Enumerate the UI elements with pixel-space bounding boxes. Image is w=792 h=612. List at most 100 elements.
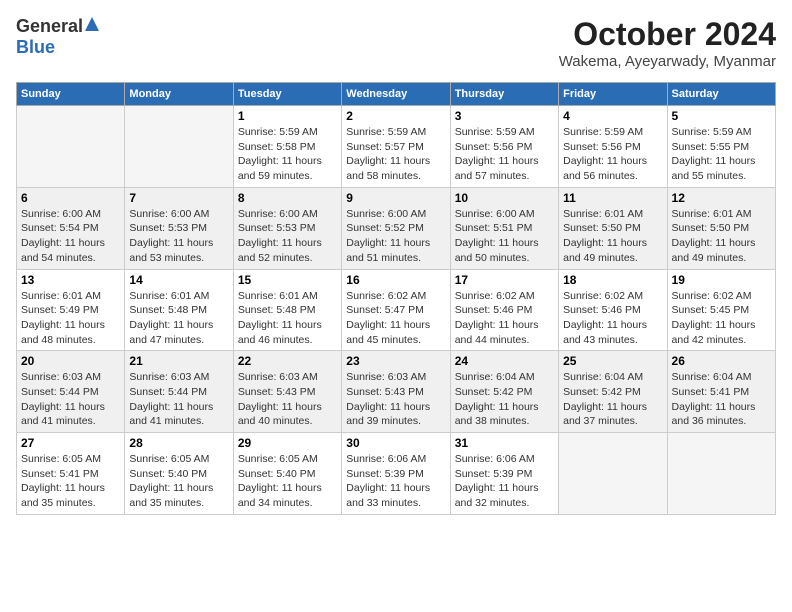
- sunrise: Sunrise: 6:06 AM: [346, 453, 426, 465]
- daylight: Daylight: 11 hours and 47 minutes.: [129, 319, 213, 346]
- day-info: Sunrise: 6:03 AM Sunset: 5:43 PM Dayligh…: [238, 370, 337, 429]
- sunrise: Sunrise: 6:01 AM: [238, 290, 318, 302]
- calendar-day-cell: 24 Sunrise: 6:04 AM Sunset: 5:42 PM Dayl…: [450, 351, 558, 433]
- day-number: 24: [455, 354, 554, 368]
- day-info: Sunrise: 6:02 AM Sunset: 5:47 PM Dayligh…: [346, 289, 445, 348]
- day-info: Sunrise: 5:59 AM Sunset: 5:57 PM Dayligh…: [346, 125, 445, 184]
- calendar-day-cell: 19 Sunrise: 6:02 AM Sunset: 5:45 PM Dayl…: [667, 269, 775, 351]
- sunrise: Sunrise: 6:01 AM: [21, 290, 101, 302]
- sunset: Sunset: 5:50 PM: [672, 222, 750, 234]
- day-info: Sunrise: 6:03 AM Sunset: 5:44 PM Dayligh…: [129, 370, 228, 429]
- daylight: Daylight: 11 hours and 32 minutes.: [455, 482, 539, 509]
- day-number: 30: [346, 436, 445, 450]
- daylight: Daylight: 11 hours and 56 minutes.: [563, 155, 647, 182]
- daylight: Daylight: 11 hours and 34 minutes.: [238, 482, 322, 509]
- day-info: Sunrise: 6:01 AM Sunset: 5:48 PM Dayligh…: [238, 289, 337, 348]
- calendar-day-cell: 13 Sunrise: 6:01 AM Sunset: 5:49 PM Dayl…: [17, 269, 125, 351]
- day-info: Sunrise: 6:05 AM Sunset: 5:40 PM Dayligh…: [238, 452, 337, 511]
- day-header-tuesday: Tuesday: [233, 83, 341, 106]
- sunrise: Sunrise: 5:59 AM: [672, 126, 752, 138]
- day-number: 9: [346, 191, 445, 205]
- day-number: 22: [238, 354, 337, 368]
- day-number: 4: [563, 109, 662, 123]
- calendar-week-row: 27 Sunrise: 6:05 AM Sunset: 5:41 PM Dayl…: [17, 433, 776, 515]
- sunrise: Sunrise: 6:03 AM: [129, 371, 209, 383]
- daylight: Daylight: 11 hours and 54 minutes.: [21, 237, 105, 264]
- day-number: 17: [455, 273, 554, 287]
- sunrise: Sunrise: 6:01 AM: [129, 290, 209, 302]
- sunset: Sunset: 5:40 PM: [238, 468, 316, 480]
- day-number: 8: [238, 191, 337, 205]
- day-number: 21: [129, 354, 228, 368]
- calendar-day-cell: 12 Sunrise: 6:01 AM Sunset: 5:50 PM Dayl…: [667, 187, 775, 269]
- day-number: 16: [346, 273, 445, 287]
- daylight: Daylight: 11 hours and 33 minutes.: [346, 482, 430, 509]
- day-info: Sunrise: 6:02 AM Sunset: 5:46 PM Dayligh…: [455, 289, 554, 348]
- day-number: 25: [563, 354, 662, 368]
- logo-general: General: [16, 16, 83, 37]
- calendar-day-cell: [125, 106, 233, 188]
- daylight: Daylight: 11 hours and 46 minutes.: [238, 319, 322, 346]
- day-info: Sunrise: 6:01 AM Sunset: 5:49 PM Dayligh…: [21, 289, 120, 348]
- logo-blue: Blue: [16, 37, 55, 57]
- sunrise: Sunrise: 6:02 AM: [455, 290, 535, 302]
- day-info: Sunrise: 5:59 AM Sunset: 5:56 PM Dayligh…: [455, 125, 554, 184]
- sunrise: Sunrise: 6:02 AM: [563, 290, 643, 302]
- sunset: Sunset: 5:53 PM: [238, 222, 316, 234]
- sunset: Sunset: 5:39 PM: [455, 468, 533, 480]
- sunrise: Sunrise: 6:06 AM: [455, 453, 535, 465]
- daylight: Daylight: 11 hours and 49 minutes.: [563, 237, 647, 264]
- sunrise: Sunrise: 6:03 AM: [346, 371, 426, 383]
- calendar-day-cell: 29 Sunrise: 6:05 AM Sunset: 5:40 PM Dayl…: [233, 433, 341, 515]
- sunset: Sunset: 5:56 PM: [563, 141, 641, 153]
- daylight: Daylight: 11 hours and 55 minutes.: [672, 155, 756, 182]
- daylight: Daylight: 11 hours and 38 minutes.: [455, 401, 539, 428]
- day-number: 6: [21, 191, 120, 205]
- day-number: 31: [455, 436, 554, 450]
- sunrise: Sunrise: 5:59 AM: [346, 126, 426, 138]
- daylight: Daylight: 11 hours and 44 minutes.: [455, 319, 539, 346]
- calendar-day-cell: 14 Sunrise: 6:01 AM Sunset: 5:48 PM Dayl…: [125, 269, 233, 351]
- daylight: Daylight: 11 hours and 37 minutes.: [563, 401, 647, 428]
- day-info: Sunrise: 6:04 AM Sunset: 5:42 PM Dayligh…: [455, 370, 554, 429]
- calendar-week-row: 1 Sunrise: 5:59 AM Sunset: 5:58 PM Dayli…: [17, 106, 776, 188]
- calendar-week-row: 13 Sunrise: 6:01 AM Sunset: 5:49 PM Dayl…: [17, 269, 776, 351]
- day-info: Sunrise: 6:01 AM Sunset: 5:50 PM Dayligh…: [563, 207, 662, 266]
- sunset: Sunset: 5:39 PM: [346, 468, 424, 480]
- daylight: Daylight: 11 hours and 39 minutes.: [346, 401, 430, 428]
- day-info: Sunrise: 6:05 AM Sunset: 5:40 PM Dayligh…: [129, 452, 228, 511]
- calendar-day-cell: 15 Sunrise: 6:01 AM Sunset: 5:48 PM Dayl…: [233, 269, 341, 351]
- day-number: 12: [672, 191, 771, 205]
- month-title: October 2024: [559, 16, 776, 53]
- sunrise: Sunrise: 6:00 AM: [21, 208, 101, 220]
- calendar-day-cell: 5 Sunrise: 5:59 AM Sunset: 5:55 PM Dayli…: [667, 106, 775, 188]
- sunset: Sunset: 5:40 PM: [129, 468, 207, 480]
- daylight: Daylight: 11 hours and 52 minutes.: [238, 237, 322, 264]
- calendar-header-row: SundayMondayTuesdayWednesdayThursdayFrid…: [17, 83, 776, 106]
- daylight: Daylight: 11 hours and 36 minutes.: [672, 401, 756, 428]
- sunrise: Sunrise: 6:05 AM: [238, 453, 318, 465]
- day-number: 5: [672, 109, 771, 123]
- sunset: Sunset: 5:48 PM: [238, 304, 316, 316]
- daylight: Daylight: 11 hours and 57 minutes.: [455, 155, 539, 182]
- daylight: Daylight: 11 hours and 35 minutes.: [129, 482, 213, 509]
- daylight: Daylight: 11 hours and 48 minutes.: [21, 319, 105, 346]
- calendar-day-cell: 9 Sunrise: 6:00 AM Sunset: 5:52 PM Dayli…: [342, 187, 450, 269]
- calendar-day-cell: 7 Sunrise: 6:00 AM Sunset: 5:53 PM Dayli…: [125, 187, 233, 269]
- sunrise: Sunrise: 6:03 AM: [21, 371, 101, 383]
- calendar-day-cell: [17, 106, 125, 188]
- daylight: Daylight: 11 hours and 58 minutes.: [346, 155, 430, 182]
- day-header-sunday: Sunday: [17, 83, 125, 106]
- day-number: 3: [455, 109, 554, 123]
- sunrise: Sunrise: 6:03 AM: [238, 371, 318, 383]
- day-info: Sunrise: 6:00 AM Sunset: 5:53 PM Dayligh…: [238, 207, 337, 266]
- calendar-day-cell: [559, 433, 667, 515]
- page-header: General Blue October 2024 Wakema, Ayeyar…: [16, 16, 776, 70]
- sunrise: Sunrise: 6:01 AM: [672, 208, 752, 220]
- sunrise: Sunrise: 6:05 AM: [21, 453, 101, 465]
- sunset: Sunset: 5:46 PM: [563, 304, 641, 316]
- calendar-day-cell: [667, 433, 775, 515]
- daylight: Daylight: 11 hours and 49 minutes.: [672, 237, 756, 264]
- sunset: Sunset: 5:46 PM: [455, 304, 533, 316]
- day-number: 2: [346, 109, 445, 123]
